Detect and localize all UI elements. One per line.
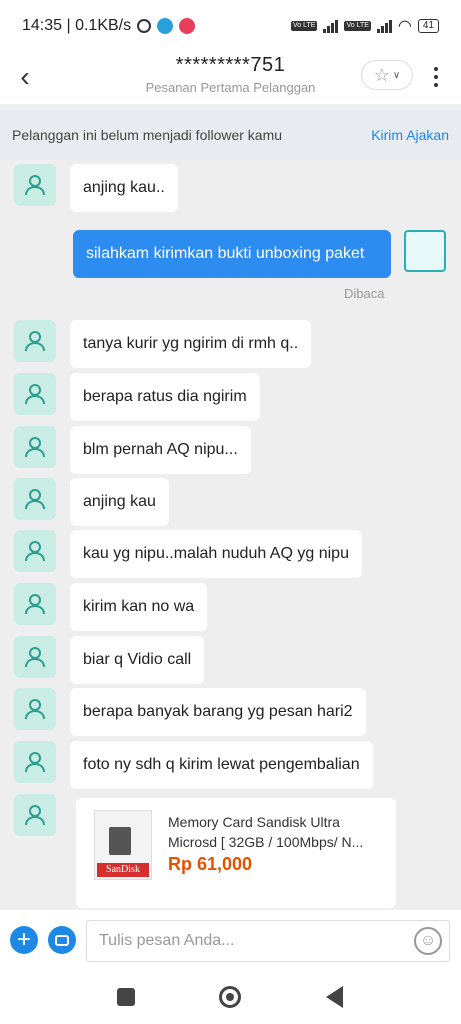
message-input-bar: + ☺: [0, 910, 461, 972]
notification-app-icon: [179, 18, 196, 34]
chat-bubble-icon: [55, 934, 69, 946]
product-price: Rp 61,000: [168, 854, 253, 874]
product-name: Memory Card Sandisk Ultra Microsd [ 32GB…: [168, 814, 364, 850]
wifi-icon: ◠: [397, 18, 412, 35]
seller-avatar: [404, 230, 446, 272]
user-icon: [25, 805, 45, 826]
read-status: Dibaca: [344, 286, 385, 301]
banner-text: Pelanggan ini belum menjadi follower kam…: [12, 127, 283, 143]
chevron-down-icon: ∨: [392, 69, 401, 81]
message-bubble: blm pernah AQ nipu...: [70, 426, 251, 474]
send-invite-link[interactable]: Kirim Ajakan: [371, 127, 449, 143]
message-bubble: kirim kan no wa: [70, 583, 208, 631]
product-image: SanDisk: [94, 810, 152, 880]
user-icon: [25, 541, 45, 562]
recent-apps-button[interactable]: [117, 988, 135, 1006]
message-bubble: berapa banyak barang yg pesan hari2: [70, 688, 366, 736]
chat-header: ‹ *********751 Pesanan Pertama Pelanggan…: [0, 52, 461, 104]
customer-avatar: [14, 688, 56, 730]
volte-badge-2: Vo LTE: [344, 21, 371, 31]
customer-avatar: [14, 426, 56, 468]
message-input[interactable]: [86, 920, 450, 962]
message-bubble: anjing kau..: [70, 164, 178, 212]
more-options-icon[interactable]: [428, 60, 444, 94]
user-icon: [25, 647, 45, 668]
star-icon: ☆: [373, 64, 390, 85]
customer-avatar: [14, 478, 56, 520]
chat-messages[interactable]: anjing kau.. silahkam kirimkan bukti unb…: [0, 160, 461, 910]
customer-avatar: [14, 583, 56, 625]
user-icon: [25, 699, 45, 720]
signal-icon: [323, 19, 339, 33]
memory-card-image: [109, 827, 131, 855]
customer-avatar: [14, 794, 56, 836]
user-icon: [25, 594, 45, 615]
customer-avatar: [14, 373, 56, 415]
message-bubble: anjing kau: [70, 478, 169, 526]
customer-avatar: [14, 320, 56, 362]
home-button[interactable]: [219, 986, 241, 1008]
message-bubble: biar q Vidio call: [70, 636, 205, 684]
back-button[interactable]: [326, 986, 343, 1008]
favorite-button[interactable]: ☆ ∨: [361, 60, 413, 90]
follower-banner: Pelanggan ini belum menjadi follower kam…: [0, 110, 461, 160]
signal-icon-2: [376, 19, 392, 33]
message-bubble: tanya kurir yg ngirim di rmh q..: [70, 320, 312, 368]
product-card[interactable]: SanDisk Memory Card Sandisk Ultra Micros…: [76, 798, 396, 908]
status-time: 14:35 | 0.1KB/s: [22, 17, 132, 34]
telegram-icon: [157, 18, 174, 34]
customer-avatar: [14, 636, 56, 678]
message-bubble: foto ny sdh q kirim lewat pengembalian: [70, 741, 373, 789]
customer-avatar: [14, 530, 56, 572]
battery-indicator: 41: [417, 19, 439, 33]
user-icon: [25, 489, 45, 510]
system-navigation-bar: [0, 972, 461, 1024]
user-icon: [25, 752, 45, 773]
outgoing-message-bubble: silahkam kirimkan bukti unboxing paket: [73, 230, 391, 278]
emoji-icon[interactable]: ☺: [414, 927, 442, 955]
user-icon: [25, 175, 45, 196]
user-icon: [25, 437, 45, 458]
status-bar: 14:35 | 0.1KB/s Vo LTE Vo LTE ◠ 41: [0, 0, 461, 52]
customer-avatar: [14, 741, 56, 783]
quick-reply-button[interactable]: [48, 926, 76, 954]
volte-badge: Vo LTE: [291, 21, 318, 31]
alarm-icon: [137, 19, 152, 33]
product-brand-logo: SanDisk: [97, 863, 149, 877]
user-icon: [25, 331, 45, 352]
message-bubble: kau yg nipu..malah nuduh AQ yg nipu: [70, 530, 362, 578]
message-bubble: berapa ratus dia ngirim: [70, 373, 260, 421]
add-attachment-button[interactable]: +: [10, 926, 38, 954]
user-icon: [25, 384, 45, 405]
customer-avatar: [14, 164, 56, 206]
